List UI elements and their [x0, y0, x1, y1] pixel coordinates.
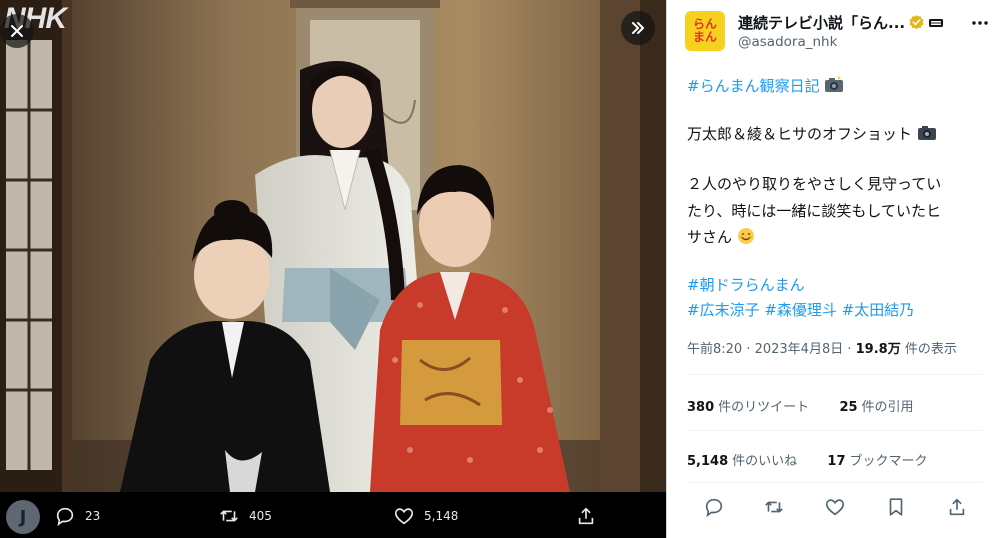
media-retweet-button[interactable]: 405	[218, 505, 272, 527]
account-handle[interactable]: @asadora_nhk	[738, 34, 837, 50]
avatar[interactable]: らん まん	[685, 11, 725, 51]
share-icon[interactable]	[946, 496, 968, 518]
media-retweet-count: 405	[249, 509, 272, 523]
divider	[687, 482, 982, 483]
retweets-label: 件のリツイート	[718, 400, 810, 415]
media-like-count: 5,148	[424, 509, 459, 523]
account-name-text: 連続テレビ小説「らん...	[738, 14, 906, 32]
tweet-detail-panel: らん まん 連続テレビ小説「らん... @asadora_nhk #らんまん観察…	[666, 0, 999, 538]
account-name[interactable]: 連続テレビ小説「らん...	[738, 12, 944, 33]
bookmarks-stat[interactable]: 17 ブックマーク	[827, 454, 927, 469]
camera-icon	[917, 126, 936, 140]
tweet-line-3: たり、時には一緒に談笑もしていたヒ	[687, 202, 941, 220]
more-options-icon[interactable]	[971, 14, 989, 32]
stats-row-1: 380 件のリツイート 25 件の引用	[687, 396, 914, 415]
j-badge-icon: J	[6, 500, 40, 534]
views-label: 件の表示	[900, 342, 957, 357]
media-reply-button[interactable]: 23	[54, 505, 100, 527]
divider	[687, 430, 982, 431]
tweet-text-1: 万太郎＆綾＆ヒサのオフショット	[687, 125, 913, 143]
media-viewer: NHK 23 405 5,148 J	[0, 0, 666, 538]
likes-count: 5,148	[687, 454, 729, 469]
tweet-timestamp[interactable]: 午前8:20 · 2023年4月8日 ·	[687, 342, 856, 357]
quotes-label: 件の引用	[861, 400, 914, 415]
avatar-text-bottom: まん	[692, 30, 717, 44]
tweet-text-4: サさん	[687, 228, 733, 246]
tweet-line-4: サさん	[687, 225, 755, 249]
media-like-button[interactable]: 5,148	[393, 505, 458, 527]
heart-icon[interactable]	[824, 496, 846, 518]
hashtag-link[interactable]: #太田結乃	[842, 301, 915, 319]
double-chevron-right-icon	[632, 22, 644, 34]
bookmarks-label: ブックマーク	[849, 454, 928, 469]
bookmarks-count: 17	[827, 454, 846, 469]
camera-flash-icon	[825, 76, 844, 92]
retweet-icon	[220, 510, 238, 522]
tweet-line-hashtag: #らんまん観察日記	[687, 74, 844, 98]
likes-label: 件のいいね	[732, 454, 798, 469]
affiliate-badge-icon	[929, 18, 944, 27]
reply-icon[interactable]	[703, 496, 725, 518]
collapse-panel-button[interactable]	[621, 11, 655, 45]
bookmark-icon[interactable]	[885, 496, 907, 518]
media-share-button[interactable]	[575, 505, 597, 527]
likes-stat[interactable]: 5,148 件のいいね	[687, 454, 797, 469]
media-reply-count: 23	[85, 509, 101, 523]
share-icon	[578, 507, 594, 525]
verified-badge-icon	[909, 15, 924, 30]
tweet-line-2: ２人のやり取りをやさしく見守ってい	[687, 175, 942, 193]
hashtag-link[interactable]: #らんまん観察日記	[687, 77, 820, 95]
divider	[687, 374, 982, 375]
tweet-meta: 午前8:20 · 2023年4月8日 · 19.8万 件の表示	[687, 338, 957, 357]
reply-icon	[56, 507, 74, 527]
tweet-line-1: 万太郎＆綾＆ヒサのオフショット	[687, 122, 937, 146]
hashtag-link[interactable]: #朝ドラらんまん	[687, 276, 805, 294]
smiling-face-icon	[737, 228, 754, 244]
quotes-stat[interactable]: 25 件の引用	[839, 400, 913, 415]
media-action-bar: 23 405 5,148	[0, 492, 666, 538]
stats-row-2: 5,148 件のいいね 17 ブックマーク	[687, 450, 928, 469]
views-count: 19.8万	[855, 342, 901, 357]
heart-icon	[394, 508, 414, 525]
hashtag-link[interactable]: #広末涼子	[687, 301, 760, 319]
close-button[interactable]	[0, 14, 34, 48]
retweets-stat[interactable]: 380 件のリツイート	[687, 400, 809, 415]
quotes-count: 25	[839, 400, 858, 415]
tweet-photo[interactable]	[0, 0, 666, 492]
hashtag-link[interactable]: #森優理斗	[764, 301, 837, 319]
close-icon	[11, 25, 23, 37]
tweet-line-hashtag-2: #朝ドラらんまん	[687, 273, 805, 297]
retweet-icon[interactable]	[763, 496, 785, 518]
retweets-count: 380	[687, 400, 715, 415]
tweet-line-hashtags: #広末涼子 #森優理斗 #太田結乃	[687, 298, 914, 322]
